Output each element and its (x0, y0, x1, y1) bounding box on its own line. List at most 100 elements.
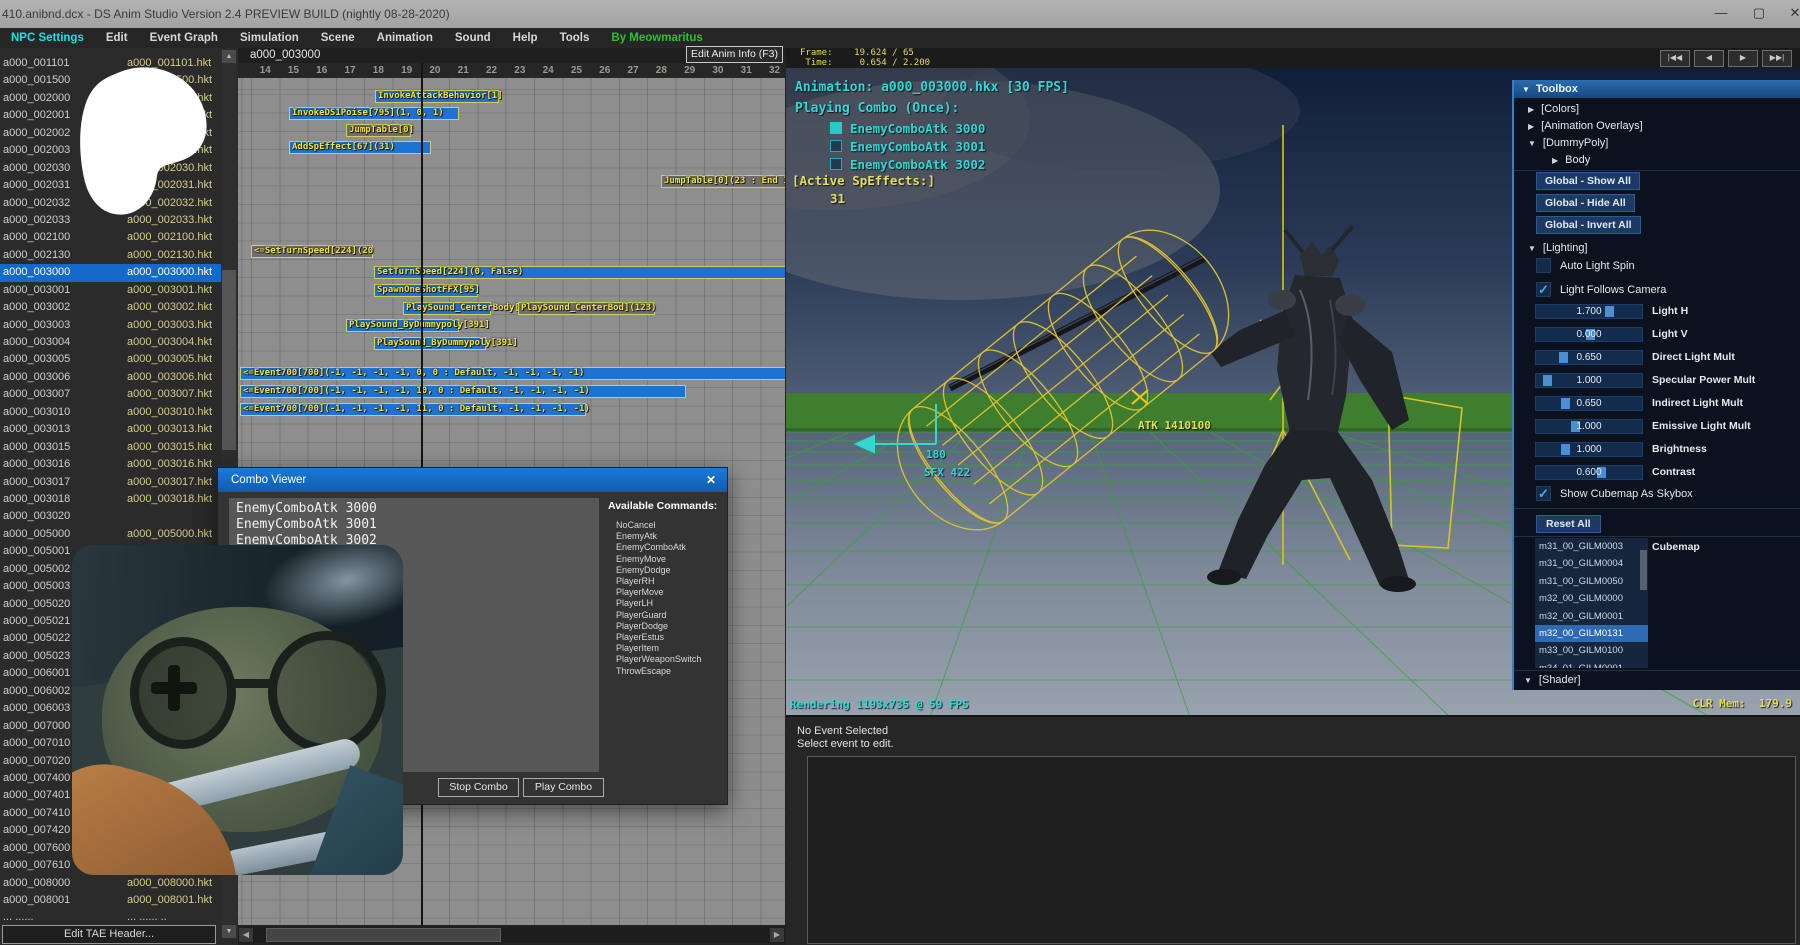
scroll-up-icon[interactable]: ▲ (222, 50, 236, 63)
tree-caret-icon[interactable]: ▶ (1528, 101, 1534, 118)
lighting-slider[interactable]: 0.600 (1535, 465, 1643, 480)
tree-caret-icon[interactable]: ▼ (1528, 135, 1536, 152)
minimize-icon[interactable]: — (1704, 0, 1738, 28)
timeline-event[interactable]: <=Event700[700](-1, -1, -1, -1, 10, 0 : … (240, 385, 686, 398)
menu-item[interactable]: By Meowmaritus (600, 32, 713, 44)
animation-list-row[interactable]: a000_003000 a000_003000.hkt (0, 264, 221, 281)
lighting-slider[interactable]: 1.000 (1535, 442, 1643, 457)
animation-list-row[interactable]: a000_003020 (0, 508, 221, 525)
tree-caret-icon[interactable]: ▼ (1524, 672, 1532, 689)
cubemap-item[interactable]: m32_00_GILM0001 (1535, 608, 1648, 625)
transport-button[interactable]: ▶▶| (1762, 50, 1792, 67)
edit-anim-info-button[interactable]: Edit Anim Info (F3) (686, 46, 783, 63)
animation-list-row[interactable]: a000_003005 a000_003005.hkt (0, 351, 221, 368)
timeline-horizontal-scrollbar[interactable]: ◀ ▶ (238, 927, 785, 943)
cubemap-scrollbar[interactable] (1640, 550, 1647, 590)
animation-list-row[interactable]: a000_003015 a000_003015.hkt (0, 439, 221, 456)
toolbox-tree-item[interactable]: ▶ [Colors] (1528, 101, 1579, 118)
scroll-right-icon[interactable]: ▶ (770, 928, 784, 942)
animation-list-row[interactable]: a000_002130 a000_002130.hkt (0, 247, 221, 264)
lighting-slider[interactable]: 0.650 (1535, 350, 1643, 365)
skybox-checkbox-row[interactable]: ✓ Show Cubemap As Skybox (1536, 486, 1693, 501)
lighting-slider[interactable]: 1.000 (1535, 373, 1643, 388)
menu-item[interactable]: Edit (95, 32, 139, 44)
command-item[interactable]: EnemyAtk (616, 531, 701, 542)
animation-list-row[interactable]: a000_003016 a000_003016.hkt (0, 456, 221, 473)
edit-tae-header-button[interactable]: Edit TAE Header... (2, 925, 216, 944)
timeline-event[interactable]: PlaySound_CenterBod](123) (518, 302, 655, 315)
close-icon[interactable]: ✕ (1778, 0, 1800, 28)
checkbox[interactable]: ✓ (1536, 282, 1551, 297)
checkbox[interactable]: ✓ (1536, 486, 1551, 501)
toolbox-tree-item[interactable]: ▶ Body (1552, 152, 1590, 169)
command-item[interactable]: PlayerItem (616, 643, 701, 654)
play-combo-button[interactable]: Play Combo (523, 778, 604, 797)
toolbox-tree-item[interactable]: ▼ [DummyPoly] (1528, 135, 1608, 152)
timeline-event[interactable]: PlaySound_ByDummypoly[391] (346, 319, 459, 332)
cubemap-item[interactable]: m31_00_GILM0003 (1535, 538, 1648, 555)
lighting-slider[interactable]: 0.000 (1535, 327, 1643, 342)
combo-check-item[interactable]: EnemyComboAtk 3001 (830, 137, 985, 155)
animation-list-row[interactable]: a000_003017 a000_003017.hkt (0, 474, 221, 491)
global-visibility-button[interactable]: Global - Invert All (1536, 216, 1641, 234)
animation-list-row[interactable]: a000_003007 a000_003007.hkt (0, 386, 221, 403)
transport-button[interactable]: ◀ (1694, 50, 1724, 67)
combo-checkbox[interactable] (830, 158, 842, 170)
menu-item[interactable]: Help (502, 32, 549, 44)
timeline-event[interactable]: <=SetTurnSpeed[224](20 (251, 245, 373, 258)
timeline-event[interactable]: SpawnOneShotFFX[95] (374, 284, 478, 297)
combo-checkbox[interactable] (830, 140, 842, 152)
cubemap-item[interactable]: m31_00_GILM0004 (1535, 555, 1648, 572)
transport-button[interactable]: ▶ (1728, 50, 1758, 67)
timeline-event[interactable]: AddSpEffect[67](31) (289, 141, 431, 154)
dialog-close-icon[interactable]: ✕ (689, 471, 720, 489)
lighting-checkbox-row[interactable]: Auto Light Spin (1536, 258, 1635, 273)
scrollbar-thumb[interactable] (222, 270, 236, 450)
timeline-event[interactable]: PlaySound_CenterBody[ (403, 302, 491, 315)
stop-combo-button[interactable]: Stop Combo (438, 778, 519, 797)
timeline-event[interactable]: <=Event700[700](-1, -1, -1, -1, 11, 0 : … (240, 403, 586, 416)
shader-section-header[interactable]: ▼ [Shader] (1524, 672, 1581, 689)
menu-item[interactable]: Animation (366, 32, 444, 44)
scrollbar-thumb[interactable] (266, 928, 501, 942)
lighting-checkbox-row[interactable]: ✓ Light Follows Camera (1536, 282, 1666, 297)
command-item[interactable]: EnemyMove (616, 554, 701, 565)
timeline-event[interactable]: PlaySound_ByDummypoly[391] (374, 337, 486, 350)
command-item[interactable]: ThrowEscape (616, 666, 701, 677)
animation-list-row[interactable]: a000_003013 a000_003013.hkt (0, 421, 221, 438)
animation-list-row[interactable]: a000_003010 a000_003010.hkt (0, 404, 221, 421)
global-visibility-button[interactable]: Global - Hide All (1536, 194, 1635, 212)
scroll-down-icon[interactable]: ▼ (222, 925, 236, 938)
checkbox[interactable] (1536, 258, 1551, 273)
animation-list-row[interactable]: a000_008000 a000_008000.hkt (0, 875, 221, 892)
cubemap-item[interactable]: m33_00_GILM0100 (1535, 642, 1648, 659)
command-item[interactable]: EnemyDodge (616, 565, 701, 576)
dialog-title-bar[interactable]: Combo Viewer ✕ (218, 468, 727, 492)
animation-list-row[interactable]: a000_002100 a000_002100.hkt (0, 229, 221, 246)
scroll-left-icon[interactable]: ◀ (239, 928, 253, 942)
menu-item[interactable]: Sound (444, 32, 502, 44)
animation-list-row[interactable]: a000_003018 a000_003018.hkt (0, 491, 221, 508)
animation-list-row[interactable]: a000_008001 a000_008001.hkt (0, 892, 221, 909)
animation-list-row[interactable]: a000_003002 a000_003002.hkt (0, 299, 221, 316)
command-item[interactable]: PlayerMove (616, 587, 701, 598)
title-bar[interactable]: 410.anibnd.dcx - DS Anim Studio Version … (0, 0, 1800, 28)
toolbox-tree-item[interactable]: ▶ [Animation Overlays] (1528, 118, 1643, 135)
tree-caret-icon[interactable]: ▼ (1528, 240, 1536, 257)
command-item[interactable]: PlayerLH (616, 598, 701, 609)
timeline-event[interactable]: InvokeDS1Poise[795](1, 0, 1) (289, 107, 459, 120)
animation-list-row[interactable]: a000_005000 a000_005000.hkt (0, 526, 221, 543)
timeline-event[interactable]: JumpTable[0] (346, 124, 411, 137)
command-item[interactable]: PlayerGuard (616, 610, 701, 621)
menu-item[interactable]: Event Graph (139, 32, 229, 44)
cubemap-item[interactable]: m32_00_GILM0000 (1535, 590, 1648, 607)
maximize-icon[interactable]: ▢ (1742, 0, 1776, 28)
cubemap-item[interactable]: m31_00_GILM0050 (1535, 573, 1648, 590)
timeline-event[interactable]: JumpTable[0](23 : End If (661, 175, 785, 188)
lighting-slider[interactable]: 1.700 (1535, 304, 1643, 319)
combo-check-item[interactable]: EnemyComboAtk 3000 (830, 119, 985, 137)
animation-list-row[interactable]: a000_003004 a000_003004.hkt (0, 334, 221, 351)
combo-check-item[interactable]: EnemyComboAtk 3002 (830, 155, 985, 173)
lighting-slider[interactable]: 0.650 (1535, 396, 1643, 411)
animation-list-row[interactable]: a000_003003 a000_003003.hkt (0, 317, 221, 334)
